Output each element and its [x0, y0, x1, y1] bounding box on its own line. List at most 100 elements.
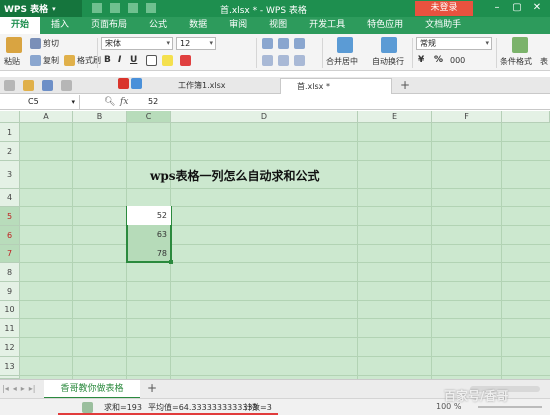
- minimize-icon[interactable]: –: [490, 2, 504, 13]
- row-header-3[interactable]: 3: [0, 161, 20, 189]
- row-header-8[interactable]: 8: [0, 263, 20, 282]
- open-file-icon[interactable]: [23, 80, 34, 91]
- align-bottom-button[interactable]: [294, 38, 307, 49]
- formula-input[interactable]: 52: [148, 95, 158, 109]
- column-header-d[interactable]: D: [171, 111, 358, 123]
- column-header-e[interactable]: E: [358, 111, 432, 123]
- paste-button[interactable]: 粘贴: [4, 56, 20, 67]
- conditional-format-icon[interactable]: [512, 37, 528, 53]
- gridline: [20, 356, 550, 357]
- name-box[interactable]: C5 ▾: [0, 95, 80, 109]
- row-header-12[interactable]: 12: [0, 338, 20, 357]
- row-header-2[interactable]: 2: [0, 142, 20, 161]
- zoom-slider[interactable]: [478, 406, 542, 408]
- tab-data[interactable]: 数据: [178, 17, 218, 34]
- save-file-icon[interactable]: [42, 80, 53, 91]
- format-painter-button[interactable]: 格式刷: [64, 55, 101, 66]
- row-header-4[interactable]: 4: [0, 189, 20, 207]
- currency-button[interactable]: ¥: [418, 55, 424, 65]
- undo-icon[interactable]: [128, 3, 138, 13]
- underline-button[interactable]: U: [130, 55, 137, 65]
- thousand-separator-button[interactable]: 000: [450, 56, 465, 65]
- wrap-text-button[interactable]: 自动换行: [372, 56, 404, 67]
- tab-features[interactable]: 特色应用: [356, 17, 414, 34]
- cell-c5[interactable]: 52: [127, 206, 171, 225]
- tab-view[interactable]: 视图: [258, 17, 298, 34]
- row-header-1[interactable]: 1: [0, 123, 20, 142]
- last-sheet-icon[interactable]: ▸|: [29, 384, 36, 393]
- fill-color-button[interactable]: [162, 55, 175, 66]
- row-header-5[interactable]: 5: [0, 207, 20, 226]
- function-icon[interactable]: fx: [120, 95, 128, 109]
- first-sheet-icon[interactable]: |◂: [2, 384, 9, 393]
- column-header-f[interactable]: F: [432, 111, 502, 123]
- tab-doc-assistant[interactable]: 文档助手: [414, 17, 472, 34]
- save-icon[interactable]: [92, 3, 102, 13]
- cell-style-button[interactable]: 表: [540, 56, 548, 67]
- add-sheet-button[interactable]: +: [147, 381, 157, 395]
- print-icon[interactable]: [110, 3, 120, 13]
- align-right-button[interactable]: [294, 55, 307, 66]
- prev-sheet-icon[interactable]: ◂: [13, 384, 17, 393]
- docbar-tools: [4, 80, 74, 91]
- tab-review[interactable]: 审阅: [218, 17, 258, 34]
- spreadsheet-grid[interactable]: A B C D E F 1 2 3 4 5 6 7 8 9 10 11 12 1…: [0, 111, 550, 379]
- wrap-text-icon[interactable]: [381, 37, 397, 53]
- number-format-select[interactable]: 常规 ▾: [416, 37, 492, 50]
- doc-tab-workbook1[interactable]: 工作簿1.xlsx: [162, 78, 274, 94]
- align-middle-button[interactable]: [278, 38, 291, 49]
- tab-developer[interactable]: 开发工具: [298, 17, 356, 34]
- tab-formulas[interactable]: 公式: [138, 17, 178, 34]
- column-header-c[interactable]: C: [127, 111, 171, 123]
- close-icon[interactable]: ✕: [530, 2, 544, 13]
- login-button[interactable]: 未登录: [415, 1, 473, 16]
- redo-icon[interactable]: [146, 3, 156, 13]
- bold-button[interactable]: B: [104, 55, 111, 65]
- row-header-6[interactable]: 6: [0, 226, 20, 245]
- next-sheet-icon[interactable]: ▸: [21, 384, 25, 393]
- macro-icon[interactable]: [82, 402, 93, 413]
- row-header-11[interactable]: 11: [0, 319, 20, 338]
- chevron-down-icon: ▾: [485, 39, 489, 47]
- merge-center-button[interactable]: 合并居中: [326, 56, 358, 67]
- align-center-button[interactable]: [278, 55, 291, 66]
- cut-button[interactable]: 剪切: [30, 38, 59, 49]
- gridline: [20, 188, 550, 189]
- cell-c7[interactable]: 78: [127, 245, 171, 262]
- print-preview-icon[interactable]: [61, 80, 72, 91]
- row-header-13[interactable]: 13: [0, 357, 20, 376]
- app-menu-button[interactable]: WPS 表格 ▾: [0, 0, 82, 17]
- sheet-heading[interactable]: wps表格一列怎么自动求和公式: [150, 167, 319, 184]
- cell-c6[interactable]: 63: [127, 226, 171, 244]
- row-header-9[interactable]: 9: [0, 282, 20, 301]
- new-tab-button[interactable]: +: [400, 78, 410, 92]
- restore-icon[interactable]: ▢: [510, 2, 524, 13]
- align-left-button[interactable]: [262, 55, 275, 66]
- doc-tab-active[interactable]: 首.xlsx *: [280, 78, 392, 94]
- row-header-10[interactable]: 10: [0, 301, 20, 319]
- column-header-g[interactable]: [502, 111, 550, 123]
- zoom-formula-icon[interactable]: 🔍︎: [104, 95, 115, 109]
- percent-button[interactable]: %: [434, 55, 443, 65]
- wps-home-tab[interactable]: [118, 78, 162, 94]
- merge-center-icon[interactable]: [337, 37, 353, 53]
- italic-button[interactable]: I: [118, 55, 121, 65]
- font-color-button[interactable]: [180, 55, 193, 66]
- sheet-tab-active[interactable]: 香哥教你做表格: [44, 380, 140, 399]
- border-button[interactable]: [146, 55, 159, 66]
- new-file-icon[interactable]: [4, 80, 15, 91]
- tab-page-layout[interactable]: 页面布局: [80, 17, 138, 34]
- tab-insert[interactable]: 插入: [40, 17, 80, 34]
- tab-home[interactable]: 开始: [0, 17, 41, 34]
- font-size-select[interactable]: 12 ▾: [176, 37, 216, 50]
- row-header-7[interactable]: 7: [0, 245, 20, 263]
- copy-button[interactable]: 复制: [30, 55, 59, 66]
- conditional-format-button[interactable]: 条件格式: [500, 56, 532, 67]
- paste-icon[interactable]: [6, 37, 22, 53]
- column-header-b[interactable]: B: [73, 111, 127, 123]
- fill-handle[interactable]: [169, 260, 173, 264]
- column-header-a[interactable]: A: [20, 111, 73, 123]
- align-top-button[interactable]: [262, 38, 275, 49]
- select-all-corner[interactable]: [0, 111, 20, 123]
- font-name-select[interactable]: 宋体 ▾: [101, 37, 173, 50]
